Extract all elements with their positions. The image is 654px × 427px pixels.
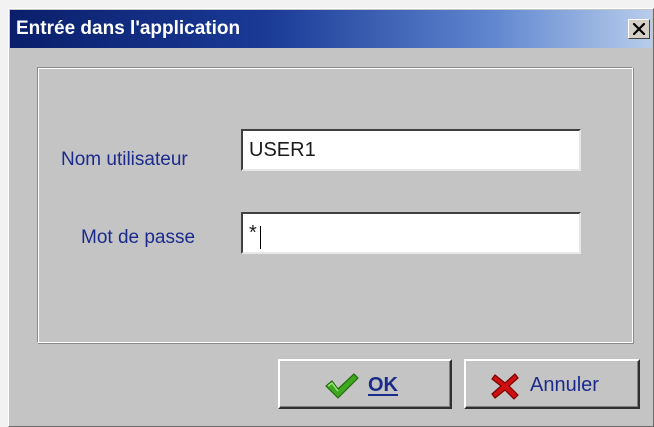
username-label: Nom utilisateur xyxy=(61,149,188,170)
cross-icon xyxy=(491,373,519,400)
ok-button[interactable]: OK xyxy=(278,359,452,409)
username-field[interactable] xyxy=(241,129,581,171)
credentials-groupbox xyxy=(37,67,633,343)
password-label: Mot de passe xyxy=(81,227,196,248)
window-title: Entrée dans l'application xyxy=(16,18,241,39)
ok-button-label: OK xyxy=(368,374,398,396)
checkmark-icon xyxy=(325,373,359,399)
login-dialog: Entrée dans l'application Nom utilisateu… xyxy=(8,8,654,427)
close-button[interactable] xyxy=(628,19,650,39)
close-icon xyxy=(633,23,645,35)
cancel-button[interactable]: Annuler xyxy=(464,359,640,409)
title-bar[interactable]: Entrée dans l'application xyxy=(10,10,652,48)
password-field[interactable] xyxy=(241,212,581,254)
text-caret xyxy=(260,226,261,249)
cancel-button-label: Annuler xyxy=(530,374,599,396)
